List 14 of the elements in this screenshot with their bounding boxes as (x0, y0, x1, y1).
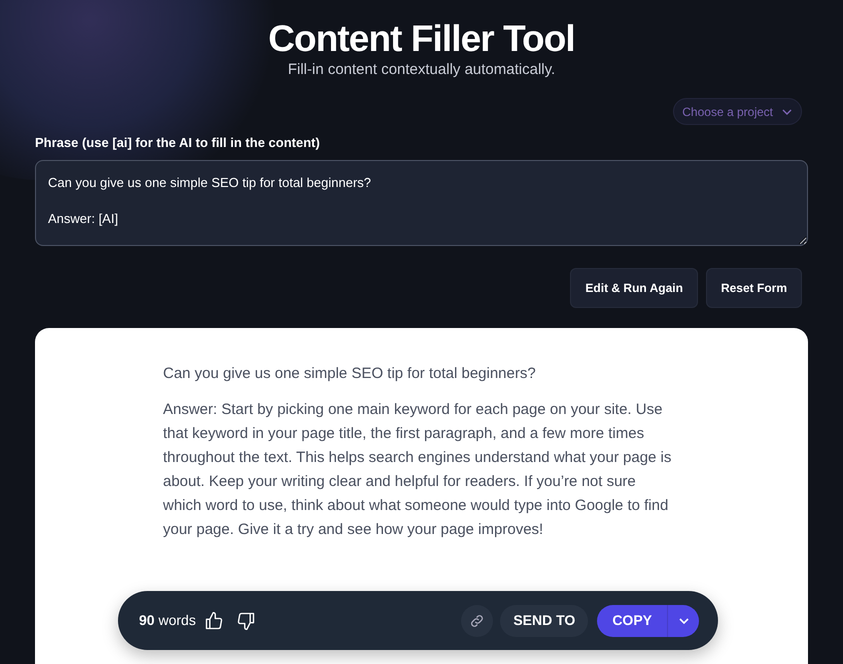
page-subtitle: Fill-in content contextually automatically. (288, 60, 556, 80)
link-icon (469, 612, 486, 628)
page-title: Content Filler Tool (268, 18, 575, 60)
word-count: 90 words (139, 611, 196, 630)
thumbs-up-icon[interactable] (204, 610, 224, 630)
result-paragraph: Answer: Start by picking one main keyword for each page on your site. Use that keyword in your page title, the first paragraph, and a few more times throughout the text. This helps search engines understand what your page is about. Keep your writing clear and helpful for readers. If you’re not sure which word to use, think about what someone would type into Google to find your page. Give it a try and see how your page improves! (163, 400, 672, 540)
result-paragraph: Can you give us one simple SEO tip for total beginners? (163, 364, 537, 384)
phrase-label: Phrase (use [ai] for the AI to fill in the content) (35, 134, 321, 152)
action-button[interactable]: Edit & Run Again (570, 268, 698, 308)
phrase-input[interactable]: Can you give us one simple SEO tip for total beginners? Answer: [AI] (35, 160, 808, 246)
link-button[interactable] (461, 604, 494, 636)
send-to-button[interactable]: SEND TO (500, 604, 588, 636)
action-button[interactable]: Reset Form (706, 268, 802, 308)
thumbs-down-icon[interactable] (236, 610, 256, 630)
